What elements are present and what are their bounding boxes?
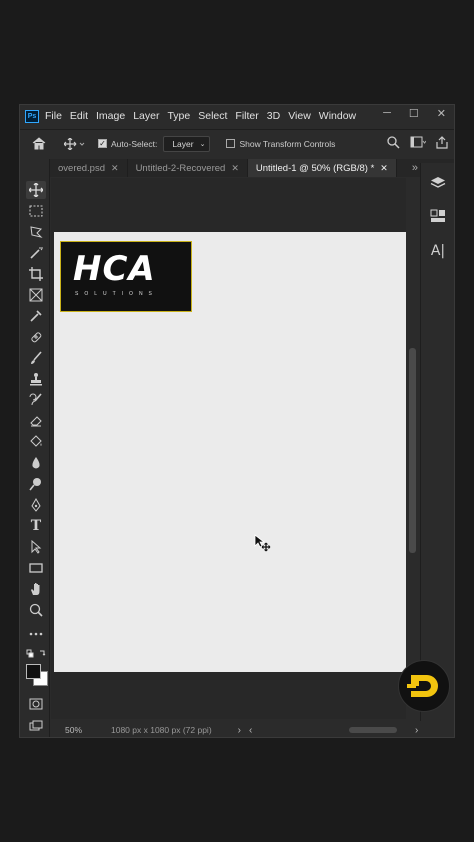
path-selection-icon[interactable]: [26, 538, 46, 556]
blur-tool-icon[interactable]: [26, 454, 46, 472]
tab-document-active[interactable]: Untitled-1 @ 50% (RGB/8) * ✕: [247, 159, 397, 177]
scrollbar-thumb[interactable]: [349, 727, 397, 733]
color-swatches[interactable]: [25, 663, 49, 687]
search-icon[interactable]: [387, 135, 400, 152]
workspace-icon[interactable]: [410, 136, 427, 151]
window-controls: ─ ☐ ✕: [383, 107, 446, 120]
zoom-level[interactable]: 50%: [65, 725, 95, 735]
tab-document-2[interactable]: Untitled-2-Recovered ✕: [128, 159, 248, 177]
frame-tool-icon[interactable]: [26, 286, 46, 304]
document-canvas[interactable]: HCA SOLUTIONS: [54, 232, 406, 672]
home-icon[interactable]: [32, 137, 46, 150]
tab-label: Untitled-2-Recovered: [135, 162, 226, 174]
rectangle-tool-icon[interactable]: [26, 559, 46, 577]
photoshop-window: Ps File Edit Image Layer Type Select Fil…: [19, 104, 455, 738]
zoom-tool-icon[interactable]: [26, 601, 46, 619]
more-tools-icon[interactable]: [26, 625, 46, 643]
move-tool-preset-icon[interactable]: [64, 137, 86, 150]
menu-type[interactable]: Type: [167, 110, 190, 122]
logo-tagline: SOLUTIONS: [75, 291, 158, 297]
eraser-icon[interactable]: [26, 412, 46, 430]
show-transform-controls-label: Show Transform Controls: [239, 138, 336, 149]
menu-3d[interactable]: 3D: [267, 110, 280, 122]
minimize-button[interactable]: ─: [383, 107, 391, 120]
hand-tool-icon[interactable]: [26, 580, 46, 598]
layers-panel-icon[interactable]: [428, 173, 448, 193]
menu-bar: Ps File Edit Image Layer Type Select Fil…: [20, 105, 454, 127]
menu-view[interactable]: View: [288, 110, 311, 122]
move-tool-icon[interactable]: [26, 181, 46, 199]
close-icon[interactable]: ✕: [380, 163, 388, 174]
close-icon[interactable]: ✕: [111, 163, 119, 174]
lasso-tool-icon[interactable]: [26, 223, 46, 241]
dodge-tool-icon[interactable]: [26, 475, 46, 493]
horizontal-scrollbar[interactable]: [301, 726, 401, 734]
document-tab-bar: overed.psd ✕ Untitled-2-Recovered ✕ Unti…: [50, 159, 454, 177]
document-dimensions: 1080 px x 1080 px (72 ppi): [111, 725, 212, 735]
logo-layer[interactable]: HCA SOLUTIONS: [60, 241, 192, 312]
scrollbar-thumb[interactable]: [409, 348, 416, 553]
auto-select-label: Auto-Select:: [111, 138, 158, 149]
type-tool-icon[interactable]: T: [26, 517, 46, 535]
photoshop-logo-icon[interactable]: Ps: [25, 109, 39, 123]
marquee-tool-icon[interactable]: [26, 202, 46, 220]
status-bar: 50% 1080 px x 1080 px (72 ppi) › ‹ ›: [51, 721, 421, 737]
chevron-down-icon: ⌄: [199, 140, 206, 148]
close-button[interactable]: ✕: [437, 107, 446, 120]
healing-brush-icon[interactable]: [26, 328, 46, 346]
menu-select[interactable]: Select: [198, 110, 227, 122]
magic-wand-icon[interactable]: [26, 244, 46, 262]
tools-panel: T: [20, 159, 50, 737]
clone-stamp-icon[interactable]: [26, 370, 46, 388]
menu-file[interactable]: File: [45, 110, 62, 122]
options-bar: ✓ Auto-Select: Layer ⌄ Show Transform Co…: [20, 129, 454, 157]
chevron-right-icon[interactable]: ›: [238, 725, 241, 736]
menu-filter[interactable]: Filter: [235, 110, 258, 122]
logo-wordmark: HCA: [73, 249, 156, 289]
menu-image[interactable]: Image: [96, 110, 125, 122]
checkmark-icon: ✓: [98, 138, 107, 148]
screen-mode-icon[interactable]: [26, 717, 46, 735]
crop-tool-icon[interactable]: [26, 265, 46, 283]
eyedropper-icon[interactable]: [26, 307, 46, 325]
menu-edit[interactable]: Edit: [70, 110, 88, 122]
libraries-panel-icon[interactable]: [428, 206, 448, 226]
paint-bucket-icon[interactable]: [26, 433, 46, 451]
auto-select-checkbox[interactable]: ✓ Auto-Select:: [98, 139, 157, 149]
tab-document-1[interactable]: overed.psd ✕: [50, 159, 128, 177]
tab-label: Untitled-1 @ 50% (RGB/8) *: [255, 162, 375, 174]
default-colors-icon[interactable]: [26, 647, 46, 661]
history-brush-icon[interactable]: [26, 391, 46, 409]
right-panel-dock: A|: [420, 163, 454, 737]
auto-select-target-dropdown[interactable]: Layer ⌄: [163, 135, 211, 152]
options-right-group: [387, 135, 448, 152]
scroll-left-icon[interactable]: ‹: [249, 725, 252, 736]
dropdown-value: Layer: [172, 138, 194, 149]
tab-label: overed.psd: [58, 162, 106, 174]
close-icon[interactable]: ✕: [231, 163, 239, 174]
maximize-button[interactable]: ☐: [409, 107, 419, 120]
vertical-scrollbar[interactable]: [406, 178, 420, 719]
menu-layer[interactable]: Layer: [133, 110, 159, 122]
channel-watermark-logo: [398, 660, 450, 712]
character-panel-icon[interactable]: A|: [428, 241, 448, 261]
foreground-color-swatch[interactable]: [26, 664, 41, 679]
move-cursor-icon: [254, 534, 274, 559]
share-icon[interactable]: [436, 135, 448, 152]
scroll-right-icon[interactable]: ›: [415, 725, 418, 736]
checkbox-empty-icon: [226, 139, 236, 148]
menu-window[interactable]: Window: [319, 110, 356, 122]
pen-tool-icon[interactable]: [26, 496, 46, 514]
chevron-double-right-icon[interactable]: »: [412, 162, 418, 174]
quick-mask-icon[interactable]: [26, 695, 46, 713]
brush-tool-icon[interactable]: [26, 349, 46, 367]
show-transform-controls-checkbox[interactable]: Show Transform Controls: [226, 139, 335, 149]
